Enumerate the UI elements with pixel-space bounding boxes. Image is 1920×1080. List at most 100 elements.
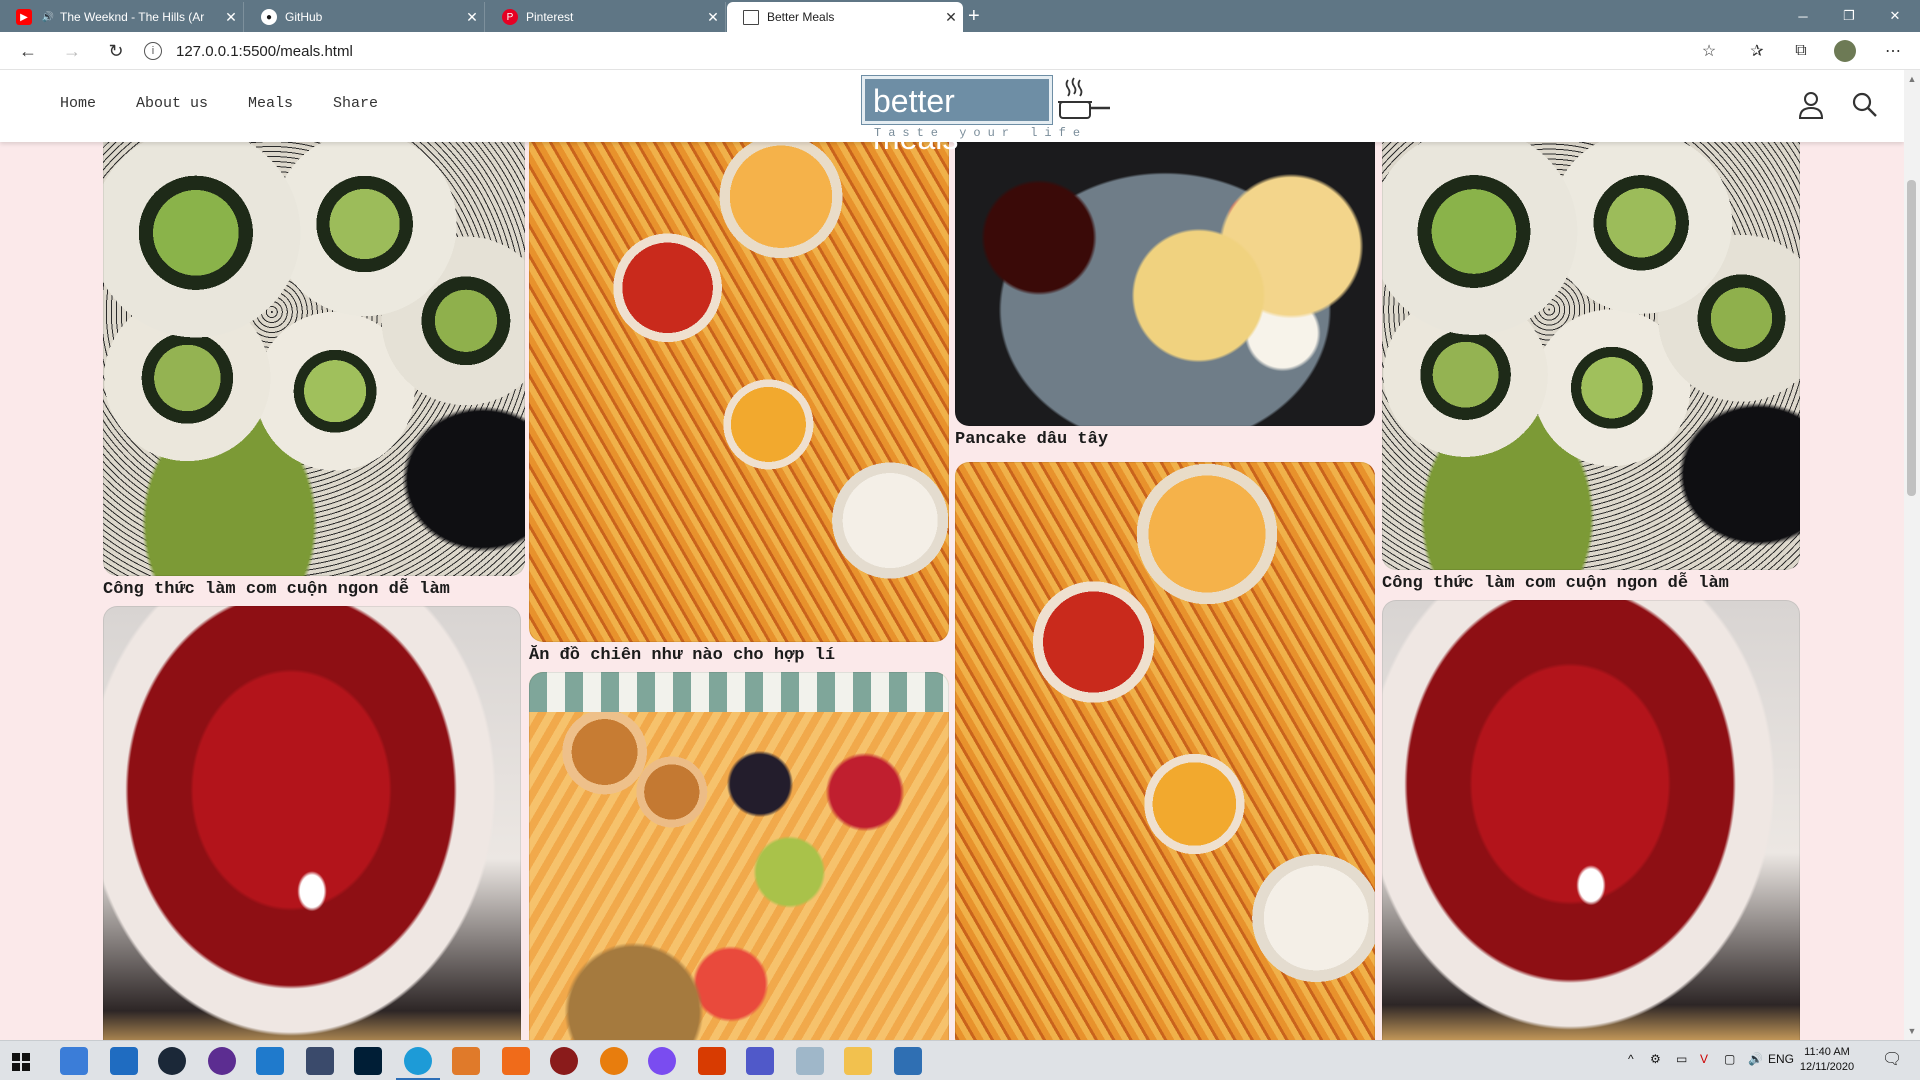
tray-icon[interactable]: ⚙: [1650, 1052, 1661, 1066]
meal-card[interactable]: Công thức làm com cuộn ngon dễ làm: [1382, 136, 1800, 593]
favorites-list-icon[interactable]: ✰: [1746, 40, 1768, 62]
meal-card[interactable]: [529, 672, 949, 1040]
meal-image-fried-food[interactable]: [955, 462, 1375, 1040]
windows-start-icon[interactable]: [12, 1053, 30, 1071]
forward-button[interactable]: →: [58, 38, 86, 64]
meal-card[interactable]: [955, 462, 1375, 1040]
scroll-up-arrow[interactable]: ▲: [1906, 74, 1918, 86]
close-window-button[interactable]: ✕: [1872, 0, 1918, 32]
tab-github[interactable]: ● GitHub ✕: [245, 2, 485, 32]
speaker-icon[interactable]: 🔊: [40, 9, 56, 25]
back-button[interactable]: ←: [14, 38, 42, 64]
address-toolbar: ← → ↻ i 127.0.0.1:5500/meals.html ☆ ✰ ⧉ …: [0, 32, 1920, 70]
meal-title[interactable]: Công thức làm com cuộn ngon dễ làm: [1382, 574, 1800, 593]
language-indicator[interactable]: ENG: [1768, 1052, 1794, 1066]
logo-box: better meals: [861, 75, 1053, 156]
restore-button[interactable]: ❐: [1826, 0, 1872, 32]
meal-image-sushi[interactable]: [1382, 136, 1800, 570]
battery-icon[interactable]: ▭: [1676, 1052, 1687, 1066]
tab-better-meals[interactable]: Better Meals ✕: [727, 2, 963, 32]
steam-icon[interactable]: [158, 1047, 186, 1075]
meal-title[interactable]: Ăn đồ chiên như nào cho hợp lí: [529, 646, 949, 665]
close-icon[interactable]: ✕: [219, 9, 243, 26]
logo-tagline: Taste your life: [874, 126, 1088, 140]
meal-card[interactable]: Ăn đồ chiên như nào cho hợp lí: [529, 136, 949, 665]
edge-icon[interactable]: [396, 1047, 440, 1080]
more-menu-icon[interactable]: ⋯: [1882, 40, 1904, 62]
nav-meals[interactable]: Meals: [248, 95, 293, 112]
refresh-button[interactable]: ↻: [102, 38, 130, 64]
people-app-icon[interactable]: [60, 1047, 88, 1075]
collections-icon[interactable]: ⧉: [1790, 40, 1812, 62]
meal-card[interactable]: Pancake dâu tây: [955, 136, 1375, 449]
vscode-icon[interactable]: [256, 1047, 284, 1075]
page-icon: [743, 9, 759, 25]
messenger-icon[interactable]: [648, 1047, 676, 1075]
meal-image-snack-board[interactable]: [529, 672, 949, 1040]
meal-card[interactable]: [103, 606, 521, 1040]
meal-card[interactable]: Công thức làm com cuộn ngon dễ làm: [103, 136, 525, 599]
url-text[interactable]: 127.0.0.1:5500/meals.html: [176, 43, 353, 60]
address-bar[interactable]: i 127.0.0.1:5500/meals.html: [144, 38, 1704, 64]
pinterest-icon: P: [502, 9, 518, 25]
windows-taskbar: ^ ⚙ ▭ V ▢ 🔊 ENG 11:40 AM 12/11/2020 🗨: [0, 1040, 1920, 1080]
scrollbar-thumb[interactable]: [1907, 180, 1916, 496]
app-icon[interactable]: [550, 1047, 578, 1075]
meal-image-sauce[interactable]: [103, 606, 521, 1040]
clock[interactable]: 11:40 AM 12/11/2020: [1792, 1045, 1862, 1075]
file-explorer-icon[interactable]: [844, 1047, 872, 1075]
tab-youtube[interactable]: ▶ 🔊 The Weeknd - The Hills (Ar ✕: [0, 2, 244, 32]
volume-icon[interactable]: 🔊: [1748, 1052, 1763, 1066]
github-icon: ●: [261, 9, 277, 25]
photoshop-icon[interactable]: [354, 1047, 382, 1075]
page-viewport: Home About us Meals Share better meals T…: [0, 70, 1904, 1040]
nav-share[interactable]: Share: [333, 95, 378, 112]
network-icon[interactable]: ▢: [1724, 1052, 1735, 1066]
search-icon[interactable]: [1850, 90, 1880, 120]
mail-icon[interactable]: [110, 1047, 138, 1075]
close-icon[interactable]: ✕: [701, 9, 725, 26]
meal-card[interactable]: [1382, 600, 1800, 1040]
tab-title: Pinterest: [526, 10, 574, 24]
site-header: Home About us Meals Share better meals T…: [0, 70, 1904, 156]
sublime-icon[interactable]: [502, 1047, 530, 1075]
new-tab-button[interactable]: +: [968, 5, 980, 28]
info-icon[interactable]: i: [144, 42, 162, 60]
meal-image-sauce[interactable]: [1382, 600, 1800, 1040]
app-icon[interactable]: [796, 1047, 824, 1075]
nav-home[interactable]: Home: [60, 95, 96, 112]
youtube-icon: ▶: [16, 9, 32, 25]
show-hidden-icons[interactable]: ^: [1628, 1052, 1634, 1066]
site-logo[interactable]: better meals Taste your life: [861, 74, 1112, 156]
meal-title[interactable]: Pancake dâu tây: [955, 430, 1375, 449]
xampp-icon[interactable]: [452, 1047, 480, 1075]
clock-time: 11:40 AM: [1804, 1046, 1850, 1058]
office-icon[interactable]: [698, 1047, 726, 1075]
notifications-icon[interactable]: 🗨: [1882, 1049, 1902, 1069]
user-icon[interactable]: [1796, 90, 1826, 120]
dev-cpp-icon[interactable]: [306, 1047, 334, 1075]
meal-image-sushi[interactable]: [103, 136, 525, 576]
clock-date: 12/11/2020: [1799, 1061, 1855, 1073]
meal-title[interactable]: Công thức làm com cuộn ngon dễ làm: [103, 580, 525, 599]
tab-title: The Weeknd - The Hills (Ar: [60, 10, 205, 24]
tab-title: Better Meals: [767, 10, 835, 24]
tab-title: GitHub: [285, 10, 323, 24]
teams-icon[interactable]: [746, 1047, 774, 1075]
meal-image-pancake[interactable]: [955, 136, 1375, 426]
logo-text: better meals: [873, 83, 959, 156]
photos-icon[interactable]: [894, 1047, 922, 1075]
cooking-pot-icon: [1058, 77, 1110, 119]
favorite-star-icon[interactable]: ☆: [1698, 40, 1720, 62]
scroll-down-arrow[interactable]: ▼: [1906, 1026, 1918, 1038]
blender-icon[interactable]: [600, 1047, 628, 1075]
tab-pinterest[interactable]: P Pinterest ✕: [486, 2, 726, 32]
minimize-button[interactable]: ─: [1780, 0, 1826, 32]
close-icon[interactable]: ✕: [939, 9, 963, 26]
antivirus-icon[interactable]: V: [1700, 1052, 1708, 1066]
nav-about-us[interactable]: About us: [136, 95, 208, 112]
app-icon[interactable]: [208, 1047, 236, 1075]
profile-avatar[interactable]: [1834, 40, 1856, 62]
meal-image-fried-food[interactable]: [529, 136, 949, 642]
close-icon[interactable]: ✕: [460, 9, 484, 26]
